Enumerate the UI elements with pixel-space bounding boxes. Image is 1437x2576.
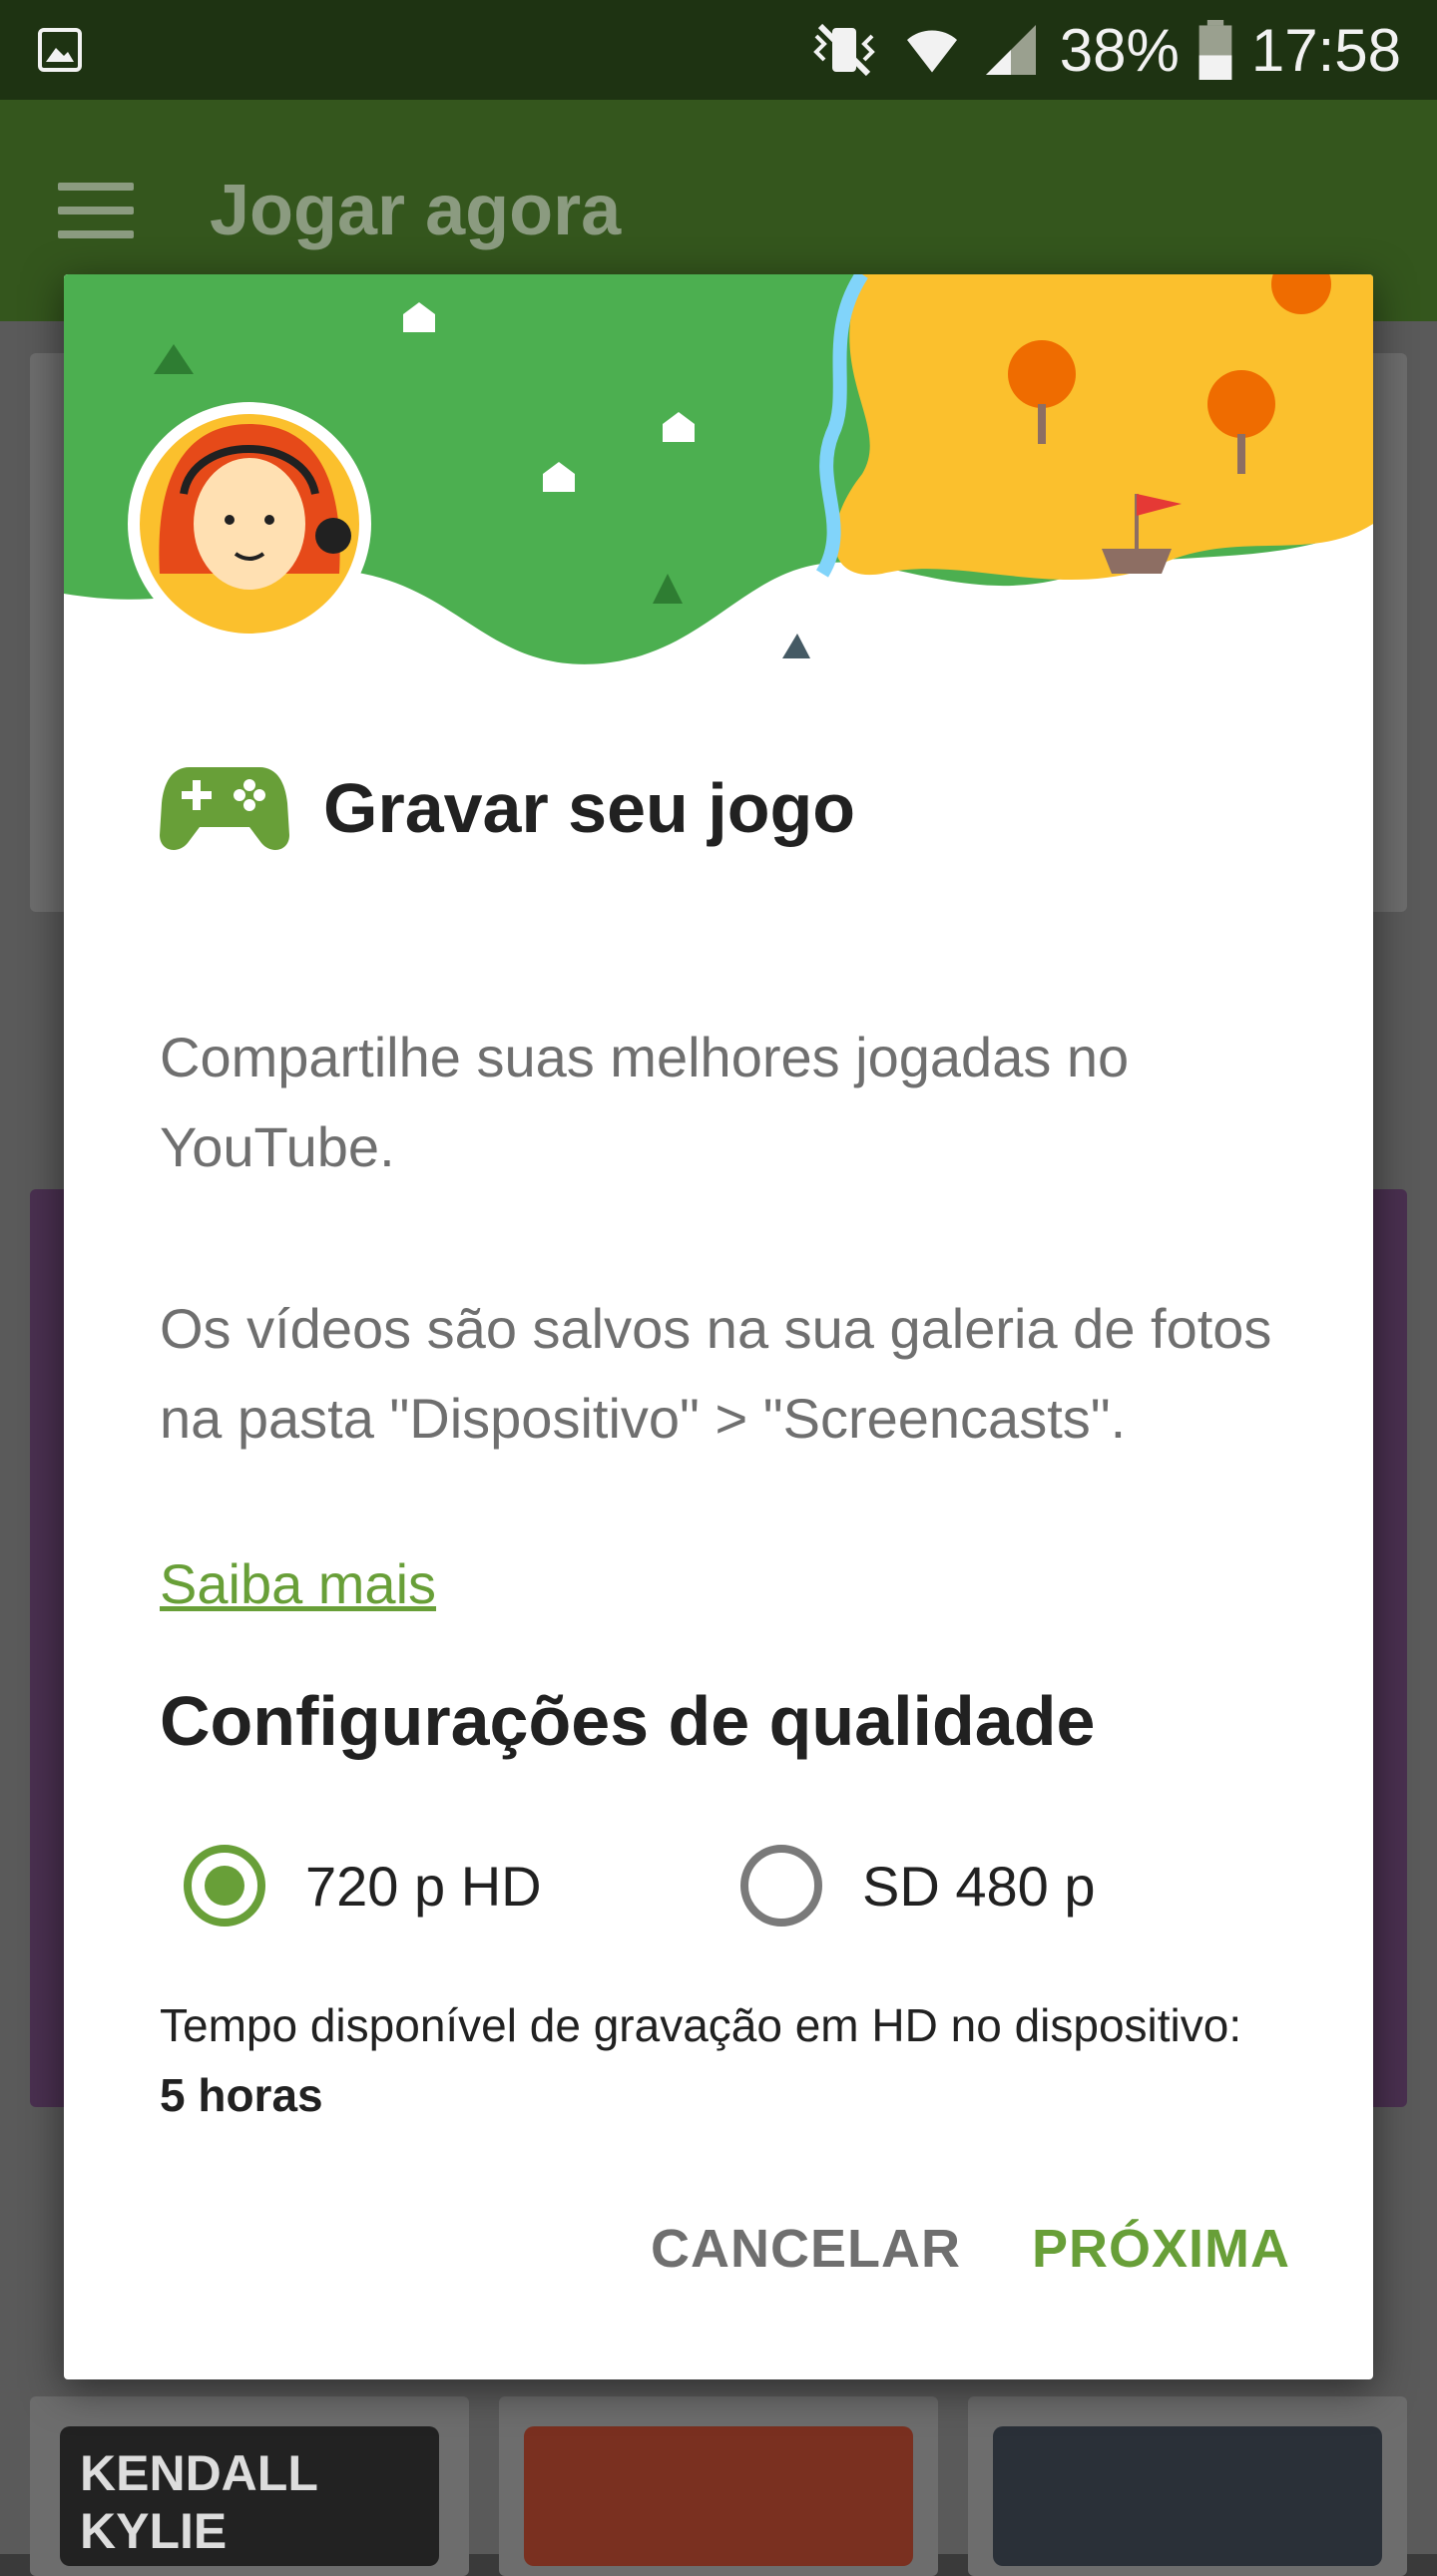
record-game-dialog: Gravar seu jogo Compartilhe suas melhore… [64,274,1373,2379]
radio-option-720p[interactable]: 720 p HD [184,1845,542,1927]
wifi-icon [906,30,957,73]
storage-paragraph: Os vídeos são salvos na sua galeria de f… [160,1297,1272,1450]
menu-icon[interactable] [58,183,134,238]
thumbnail-game[interactable] [524,2426,913,2566]
vibrate-icon [812,23,875,77]
note-text: Tempo disponível de gravação em HD no di… [160,1999,1242,2051]
status-right: 38% 17:58 [804,16,1401,85]
radio-option-480p[interactable]: SD 480 p [740,1845,1096,1927]
cancel-button[interactable]: CANCELAR [651,2218,961,2280]
note-value: 5 horas [160,2069,323,2121]
next-button[interactable]: PRÓXIMA [1032,2218,1290,2280]
status-bar: 38% 17:58 [0,0,1437,100]
hero-illustration [64,274,1373,693]
thumbnail-kendall-kylie[interactable]: KENDALL KYLIE [60,2426,439,2566]
battery-percent: 38% [1059,16,1180,84]
recording-time-note: Tempo disponível de gravação em HD no di… [160,1990,1257,2130]
clock: 17:58 [1250,16,1401,84]
gamepad-icon [160,767,289,850]
radio-label: 720 p HD [305,1854,542,1918]
dialog-heading: Gravar seu jogo [160,763,855,853]
quality-settings-title: Configurações de qualidade [160,1682,1096,1760]
battery-icon [1198,20,1232,80]
learn-more-link[interactable]: Saiba mais [160,1551,436,1616]
radio-button[interactable] [740,1845,822,1927]
radio-button-selected[interactable] [184,1845,265,1927]
thumbnail-game[interactable] [993,2426,1382,2566]
app-title: Jogar agora [210,171,622,250]
gallery-icon [38,28,82,72]
signal-icon [985,25,1036,75]
thumbnail-text: KENDALL KYLIE [80,2445,317,2559]
dialog-title: Gravar seu jogo [323,769,855,847]
radio-label: SD 480 p [862,1854,1096,1918]
description-paragraph: Compartilhe suas melhores jogadas no You… [160,1026,1130,1178]
